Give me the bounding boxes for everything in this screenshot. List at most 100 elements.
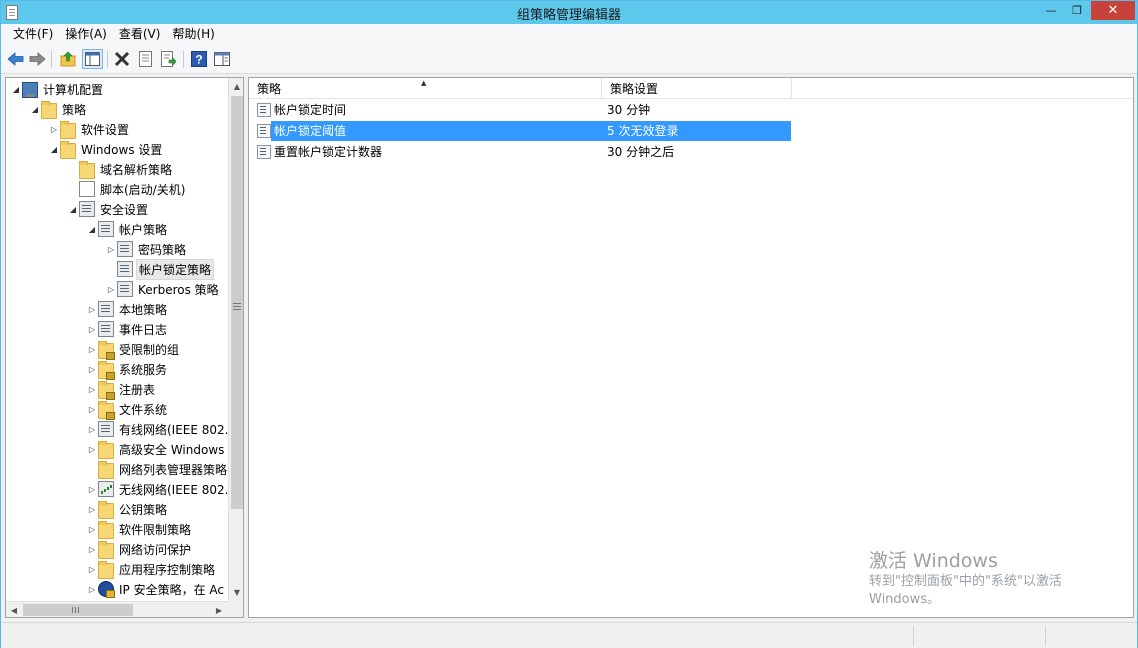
delete-button[interactable] <box>113 50 131 68</box>
tree-expander[interactable]: ▷ <box>86 365 98 374</box>
list-row-reset-lockout-counter[interactable]: 重置帐户锁定计数器 30 分钟之后 <box>257 142 791 162</box>
tree-expander[interactable]: ▷ <box>86 565 98 574</box>
tree-expander[interactable]: ◢ <box>86 225 98 234</box>
network-policy-icon <box>98 421 114 437</box>
folder-icon <box>41 101 57 119</box>
tree-expander[interactable]: ▷ <box>105 285 117 294</box>
scroll-right-button[interactable]: ▶ <box>211 602 227 617</box>
tree-expander[interactable]: ▷ <box>86 525 98 534</box>
tree-item-account-policies[interactable]: ◢ 帐户策略 <box>86 219 169 239</box>
tree-item-network-access-protection[interactable]: ▷ 网络访问保护 <box>86 539 193 559</box>
tree-expander[interactable]: ▷ <box>86 425 98 434</box>
policy-name: 重置帐户锁定计数器 <box>274 145 383 159</box>
export-list-button[interactable] <box>159 50 177 68</box>
close-button[interactable]: ✕ <box>1091 1 1135 20</box>
wireless-icon <box>98 481 114 497</box>
window-title: 组策略管理编辑器 <box>516 8 621 23</box>
menu-action[interactable]: 操作(A) <box>59 24 113 45</box>
minimize-button[interactable]: — <box>1038 1 1064 20</box>
tree-expander[interactable]: ▷ <box>86 545 98 554</box>
tree-item-file-system[interactable]: ▷ 文件系统 <box>86 399 169 420</box>
computer-icon <box>22 82 38 98</box>
tree-item-computer-config[interactable]: ◢ 计算机配置 <box>10 79 105 99</box>
scroll-left-button[interactable]: ◀ <box>6 602 22 617</box>
tree-item-ip-security-policies[interactable]: ▷ IP 安全策略，在 Ac <box>86 579 226 599</box>
tree-item-app-control-policies[interactable]: ▷ 应用程序控制策略 <box>86 559 217 579</box>
tree-horizontal-scrollbar[interactable]: ◀ ▶ <box>6 601 228 617</box>
properties-button[interactable] <box>136 50 154 68</box>
tree-item-label: 公钥策略 <box>119 502 168 517</box>
tree-expander[interactable]: ◢ <box>29 105 41 114</box>
tree-item-software-settings[interactable]: ▷ 软件设置 <box>48 119 131 139</box>
horizontal-scroll-thumb[interactable] <box>23 604 133 616</box>
tree-expander[interactable]: ▷ <box>48 125 60 134</box>
tree-item-label: 密码策略 <box>138 242 187 257</box>
tree-item-password-policy[interactable]: ▷ 密码策略 <box>105 239 188 259</box>
chevron-up-icon: ▲ <box>233 82 241 91</box>
tree-expander[interactable]: ▷ <box>86 485 98 494</box>
tree-item-policies[interactable]: ◢ 策略 <box>29 99 88 119</box>
policy-setting-icon <box>257 124 271 138</box>
show-hide-tree-button[interactable] <box>82 49 103 69</box>
list-row-lockout-duration[interactable]: 帐户锁定时间 30 分钟 <box>257 100 791 120</box>
policy-setting-value: 30 分钟之后 <box>607 145 675 159</box>
tree-expander[interactable]: ▷ <box>86 405 98 414</box>
menu-help[interactable]: 帮助(H) <box>166 24 220 45</box>
back-button[interactable] <box>6 50 24 68</box>
column-header-setting[interactable]: 策略设置 <box>602 78 792 99</box>
forward-button[interactable] <box>28 50 46 68</box>
chevron-down-icon: ▼ <box>233 588 241 597</box>
up-one-level-button[interactable] <box>59 50 77 68</box>
tree-item-network-list-manager[interactable]: 网络列表管理器策略 <box>86 459 229 479</box>
tree-expander[interactable]: ▷ <box>86 585 98 594</box>
activation-watermark: 激活 Windows 转到"控制面板"中的"系统"以激活 Windows。 <box>869 549 1062 609</box>
tree-expander[interactable]: ◢ <box>67 205 79 214</box>
tree-item-event-log[interactable]: ▷ 事件日志 <box>86 319 169 339</box>
folder-icon <box>60 121 76 139</box>
tree-item-scripts[interactable]: 脚本(启动/关机) <box>67 179 187 199</box>
tree-item-label: 事件日志 <box>119 322 168 337</box>
tree-item-registry[interactable]: ▷ 注册表 <box>86 379 157 400</box>
tree-item-restricted-groups[interactable]: ▷ 受限制的组 <box>86 339 181 360</box>
menu-file[interactable]: 文件(F) <box>7 24 59 45</box>
title-bar[interactable]: 组策略管理编辑器 — ❐ ✕ <box>1 1 1137 24</box>
scroll-down-button[interactable]: ▼ <box>229 584 243 601</box>
column-header-policy[interactable]: 策略 ▲ <box>249 78 602 99</box>
tree-item-account-lockout-policy[interactable]: 帐户锁定策略 <box>105 258 215 280</box>
tree-item-label: IP 安全策略，在 Ac <box>119 582 225 597</box>
tree-item-system-services[interactable]: ▷ 系统服务 <box>86 359 169 380</box>
tree-item-wired-network[interactable]: ▷ 有线网络(IEEE 802. <box>86 419 231 439</box>
tree-expander[interactable]: ▷ <box>86 325 98 334</box>
list-row-lockout-threshold[interactable]: 帐户锁定阈值 5 次无效登录 <box>257 121 791 141</box>
tree-item-windows-settings[interactable]: ◢ Windows 设置 <box>48 139 164 159</box>
scroll-up-button[interactable]: ▲ <box>229 78 243 95</box>
scroll-grip-icon <box>72 607 73 613</box>
tree-item-windows-firewall[interactable]: ▷ 高级安全 Windows <box>86 439 226 459</box>
tree-expander[interactable]: ▷ <box>86 305 98 314</box>
tree-item-security-settings[interactable]: ◢ 安全设置 <box>67 199 150 219</box>
tree-item-name-resolution-policy[interactable]: 域名解析策略 <box>67 159 174 179</box>
watermark-line-2: Windows。 <box>869 592 941 607</box>
console-view-button[interactable] <box>213 50 231 68</box>
tree-item-public-key-policies[interactable]: ▷ 公钥策略 <box>86 499 169 519</box>
tree-expander[interactable]: ▷ <box>86 505 98 514</box>
tree-vertical-scrollbar[interactable]: ▲ ▼ <box>228 78 243 601</box>
tree-item-software-restriction[interactable]: ▷ 软件限制策略 <box>86 519 193 539</box>
tree-item-label: 策略 <box>62 102 87 117</box>
tree-expander[interactable]: ◢ <box>48 145 60 154</box>
help-button[interactable]: ? <box>190 50 208 68</box>
tree-expander[interactable]: ▷ <box>86 345 98 354</box>
menu-view[interactable]: 查看(V) <box>113 24 167 45</box>
details-pane[interactable]: 策略 ▲ 策略设置 帐户锁定时间 30 分钟 帐户锁定阈值 5 次无效登录 重置… <box>248 77 1134 618</box>
chevron-right-icon: ▶ <box>215 605 223 615</box>
tree-expander[interactable]: ▷ <box>86 385 98 394</box>
tree-expander[interactable]: ▷ <box>105 245 117 254</box>
tree-expander[interactable]: ▷ <box>86 445 98 454</box>
help-icon: ? <box>191 51 207 67</box>
console-tree-pane[interactable]: ◢ 计算机配置 ◢ 策略 ▷ 软件设置 ◢ Windows 设置 域名解析策略 <box>5 77 244 618</box>
tree-item-wireless-network[interactable]: ▷ 无线网络(IEEE 802. <box>86 479 231 499</box>
tree-item-local-policies[interactable]: ▷ 本地策略 <box>86 299 169 319</box>
tree-item-kerberos-policy[interactable]: ▷ Kerberos 策略 <box>105 279 221 299</box>
maximize-button[interactable]: ❐ <box>1064 1 1090 20</box>
tree-expander[interactable]: ◢ <box>10 85 22 94</box>
